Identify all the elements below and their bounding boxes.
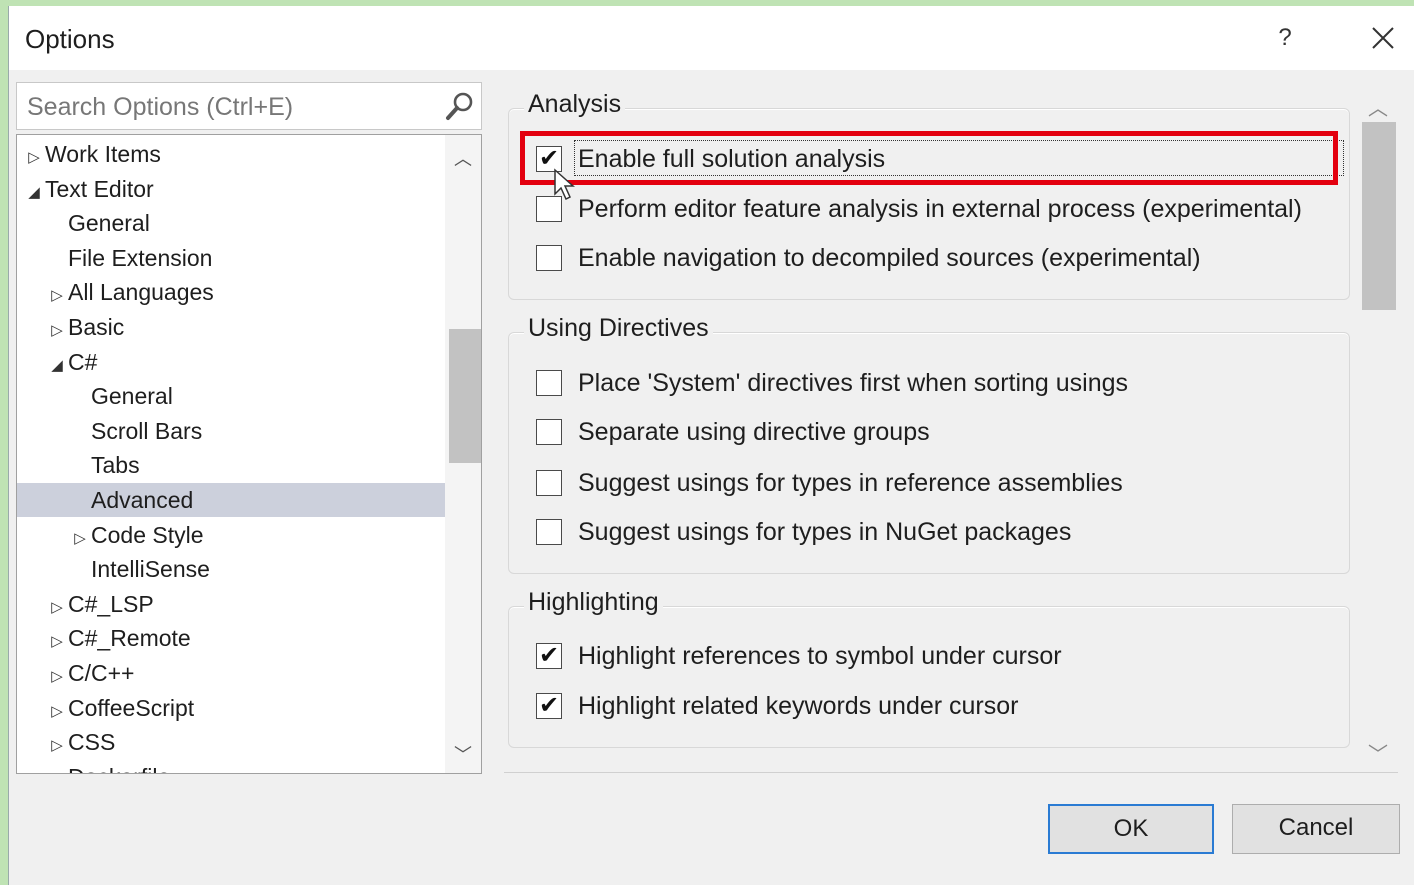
expanded-arrow-icon[interactable]: ◢	[23, 176, 45, 210]
title-bar: Options ?	[9, 6, 1414, 70]
option-label: Enable navigation to decompiled sources …	[578, 244, 1201, 272]
search-input[interactable]	[17, 83, 449, 131]
dialog-title: Options	[25, 24, 115, 54]
group-title-using-directives: Using Directives	[524, 314, 713, 343]
help-button[interactable]: ?	[1265, 20, 1305, 56]
tree-item-label: Work Items	[45, 141, 161, 167]
tree-item-label: CSS	[68, 729, 116, 756]
checkbox[interactable]: ✔	[536, 643, 562, 669]
tree-item-label: C#	[68, 348, 98, 375]
tree-item[interactable]: ▷ C/C++	[17, 656, 445, 690]
group-title-highlighting: Highlighting	[524, 588, 663, 617]
tree-item[interactable]: ▷ C#_Remote	[17, 621, 445, 655]
annotation-highlight-box	[520, 131, 1338, 185]
scroll-down-icon[interactable]: ﹀	[1358, 738, 1398, 767]
option-label: Suggest usings for types in reference as…	[578, 469, 1123, 497]
tree-item[interactable]: General	[17, 379, 445, 413]
tree-item-label: C/C++	[68, 660, 135, 686]
collapsed-arrow-icon[interactable]: ▷	[46, 764, 68, 773]
scroll-up-icon[interactable]: ︿	[1358, 92, 1398, 121]
tree-item-label: File Extension	[68, 244, 213, 271]
option-label: Suggest usings for types in NuGet packag…	[578, 518, 1072, 546]
tree-item[interactable]: File Extension	[17, 241, 445, 275]
panel-scrollbar[interactable]: ︿ ﹀	[1358, 82, 1398, 776]
option-label: Place 'System' directives first when sor…	[578, 369, 1129, 397]
tree-item[interactable]: ◢ C#	[17, 345, 445, 379]
tree-item-label: Text Editor	[45, 175, 154, 202]
tree-item[interactable]: IntelliSense	[17, 552, 445, 586]
tree-item[interactable]: ▷ C#_LSP	[17, 587, 445, 621]
tree-item-label: Tabs	[91, 452, 140, 479]
search-icon[interactable]	[445, 91, 475, 121]
collapsed-arrow-icon[interactable]: ▷	[46, 695, 68, 729]
collapsed-arrow-icon[interactable]: ▷	[46, 660, 68, 694]
option-label: Highlight related keywords under cursor	[578, 692, 1019, 720]
tree-scrollbar[interactable]: ︿ ﹀	[445, 135, 481, 773]
checkbox[interactable]	[536, 370, 562, 396]
option-label: Separate using directive groups	[578, 418, 930, 446]
close-button[interactable]	[1363, 20, 1403, 59]
tree-item-label: Code Style	[91, 521, 204, 548]
settings-panel: Analysis ✔ Enable full solution analysis…	[504, 82, 1354, 776]
scroll-up-icon[interactable]: ︿	[445, 145, 481, 171]
collapsed-arrow-icon[interactable]: ▷	[23, 141, 45, 175]
panel-scroll-thumb[interactable]	[1362, 122, 1396, 310]
tree-item-label: Advanced	[91, 487, 194, 513]
tree-item[interactable]: Scroll Bars	[17, 414, 445, 448]
collapsed-arrow-icon[interactable]: ▷	[46, 729, 68, 763]
tree-item[interactable]: ▷ All Languages	[17, 275, 445, 309]
tree-item[interactable]: ▷ Work Items	[17, 137, 445, 171]
tree-item[interactable]: ▷Dockerfile	[17, 760, 445, 773]
option-label: Highlight references to symbol under cur…	[578, 642, 1062, 670]
checkbox[interactable]: ✔	[536, 693, 562, 719]
scroll-down-icon[interactable]: ﹀	[445, 741, 481, 767]
tree-item[interactable]: ▷ CSS	[17, 725, 445, 759]
checkbox[interactable]	[536, 245, 562, 271]
tree-item[interactable]: ◢ Text Editor	[17, 172, 445, 206]
tree-item-label: C#_Remote	[68, 625, 191, 652]
tree-item-label: Scroll Bars	[91, 417, 203, 444]
mouse-cursor-icon	[554, 168, 575, 201]
tree-item[interactable]: Tabs	[17, 448, 445, 482]
tree-item-label: Dockerfile	[68, 764, 170, 773]
group-highlighting	[508, 606, 1350, 748]
tree-item-label: C#_LSP	[68, 590, 154, 617]
checkbox[interactable]	[536, 419, 562, 445]
tree-item-label: All Languages	[68, 279, 214, 306]
tree-scroll-thumb[interactable]	[449, 329, 481, 463]
tree-item[interactable]: General	[17, 206, 445, 240]
checkbox[interactable]	[536, 470, 562, 496]
options-tree: ▷ Work Items ◢ Text Editor General File Exten…	[16, 134, 482, 774]
tree-item-label: IntelliSense	[91, 556, 210, 583]
collapsed-arrow-icon[interactable]: ▷	[46, 279, 68, 313]
footer-divider	[504, 772, 1398, 773]
tree-item[interactable]: ▷ Basic	[17, 310, 445, 344]
close-icon	[1372, 27, 1394, 49]
collapsed-arrow-icon[interactable]: ▷	[69, 522, 91, 556]
collapsed-arrow-icon[interactable]: ▷	[46, 625, 68, 659]
tree-item-label: CoffeeScript	[68, 694, 195, 721]
search-box	[16, 82, 482, 131]
collapsed-arrow-icon[interactable]: ▷	[46, 314, 68, 348]
checkbox[interactable]	[536, 519, 562, 545]
tree-item[interactable]: ▷ Code Style	[17, 518, 445, 552]
tree-item[interactable]: Advanced	[17, 483, 445, 517]
cancel-button[interactable]: Cancel	[1232, 804, 1400, 854]
option-label: Perform editor feature analysis in exter…	[578, 195, 1302, 223]
tree-item[interactable]: ▷ CoffeeScript	[17, 691, 445, 725]
tree-item-label: Basic	[68, 314, 125, 340]
tree-item-label: General	[91, 383, 173, 410]
collapsed-arrow-icon[interactable]: ▷	[46, 591, 68, 625]
group-title-analysis: Analysis	[524, 90, 626, 119]
tree-item-label: General	[68, 210, 150, 237]
ok-button[interactable]: OK	[1048, 804, 1214, 854]
expanded-arrow-icon[interactable]: ◢	[46, 349, 68, 383]
